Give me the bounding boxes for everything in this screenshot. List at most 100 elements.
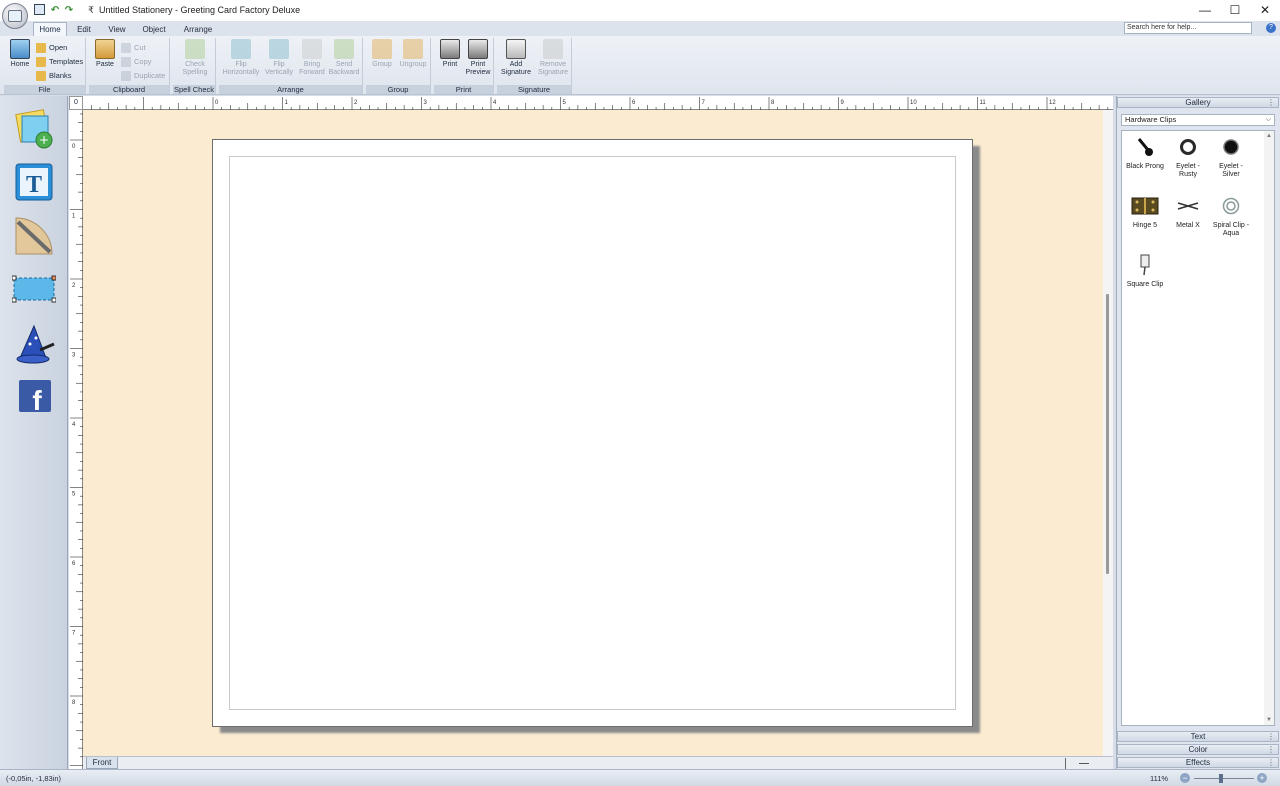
group-label: Group	[372, 61, 392, 68]
remove-signature-button[interactable]: Remove Signature	[534, 39, 572, 77]
gallery-header[interactable]: Gallery ⋮	[1117, 97, 1279, 108]
ruler-corner[interactable]: 0	[69, 96, 83, 110]
close-button[interactable]: ✕	[1250, 0, 1280, 20]
gallery-item-eyelet-rusty[interactable]: Eyelet - Rusty	[1167, 133, 1209, 189]
scroll-splitter[interactable]	[1065, 758, 1066, 769]
title-bar: ↶ ↷ ₹ Untitled Stationery - Greeting Car…	[0, 0, 1280, 21]
copy-button[interactable]: Copy	[121, 55, 152, 68]
tab-view[interactable]: View	[104, 22, 130, 36]
text-panel-header[interactable]: Text ⋮	[1117, 731, 1279, 742]
tab-object[interactable]: Object	[138, 22, 170, 36]
add-text-tool[interactable]: T	[12, 160, 56, 204]
maximize-button[interactable]: ☐	[1220, 0, 1250, 20]
open-button[interactable]: Open	[36, 41, 67, 54]
gallery-item-metal-x[interactable]: Metal X	[1167, 192, 1209, 248]
gallery-item-spiral-clip-aqua[interactable]: Spiral Clip - Aqua	[1210, 192, 1252, 248]
ribbon-group-signature: Add Signature Remove Signature Signature	[497, 38, 572, 94]
add-signature-button[interactable]: Add Signature	[498, 39, 534, 77]
stationery-page[interactable]	[212, 139, 973, 727]
cut-button[interactable]: Cut	[121, 41, 146, 54]
selection-frame-icon	[11, 275, 57, 303]
tab-arrange[interactable]: Arrange	[178, 22, 218, 36]
undo-icon[interactable]: ↶	[49, 4, 61, 16]
tool-sidebar: + T f	[0, 96, 68, 769]
color-panel-title: Color	[1188, 745, 1208, 754]
flip-vertically-button[interactable]: Flip Vertically	[261, 39, 297, 77]
bring-forward-button[interactable]: Bring Forward	[295, 39, 329, 77]
print-preview-button[interactable]: Print Preview	[462, 39, 494, 77]
effects-panel-header[interactable]: Effects ⋮	[1117, 757, 1279, 768]
bring-forward-icon	[302, 39, 322, 59]
draw-shape-tool[interactable]	[12, 214, 56, 258]
svg-text:+: +	[39, 133, 49, 147]
cursor-coordinates: (-0,05in, -1,83in)	[6, 774, 62, 783]
scroll-up-icon[interactable]: ▲	[1266, 133, 1272, 139]
send-backward-icon	[334, 39, 354, 59]
duplicate-button[interactable]: Duplicate	[121, 69, 165, 82]
paste-button[interactable]: Paste	[91, 39, 119, 69]
gallery-item-eyelet-silver[interactable]: Eyelet - Silver	[1210, 133, 1252, 189]
zoom-slider-thumb[interactable]	[1219, 774, 1223, 783]
blanks-button[interactable]: Blanks	[36, 69, 72, 82]
gallery-item-label: Hinge 5	[1132, 222, 1158, 229]
help-search-input[interactable]: Search here for help...	[1124, 22, 1252, 34]
select-tool[interactable]	[11, 268, 57, 312]
ruler-label: 0	[215, 100, 219, 106]
home-icon	[10, 39, 30, 59]
facebook-tool[interactable]: f	[12, 376, 56, 420]
home-button[interactable]: Home	[6, 39, 34, 69]
quick-access-customize-button[interactable]: ₹	[85, 4, 97, 16]
vertical-scroll-thumb[interactable]	[1106, 294, 1109, 574]
add-image-tool[interactable]: +	[12, 108, 56, 152]
page-tab-front[interactable]: Front	[86, 757, 118, 769]
ruler-label: 6	[72, 561, 76, 567]
print-button[interactable]: Print	[436, 39, 464, 69]
help-icon[interactable]: ?	[1266, 23, 1276, 33]
gallery-category-value: Hardware Clips	[1125, 115, 1177, 124]
gallery-item-square-clip[interactable]: Square Clip	[1124, 251, 1166, 307]
page-tab-bar: Front	[83, 756, 1113, 769]
svg-text:f: f	[32, 385, 42, 416]
vertical-ruler: 0123456789	[69, 110, 83, 776]
ungroup-button[interactable]: Ungroup	[396, 39, 430, 69]
color-panel-header[interactable]: Color ⋮	[1117, 744, 1279, 755]
templates-icon	[36, 56, 46, 67]
gallery-scrollbar[interactable]: ▲ ▼	[1264, 131, 1274, 725]
templates-button[interactable]: Templates	[36, 55, 83, 68]
gallery-item-hinge-5[interactable]: Hinge 5	[1124, 192, 1166, 248]
ruler-protractor-icon	[15, 217, 53, 255]
send-backward-button[interactable]: Send Backward	[327, 39, 361, 77]
ungroup-icon	[403, 39, 423, 59]
horizontal-ruler: 012345678910111213	[83, 96, 1126, 110]
check-spelling-button[interactable]: Check Spelling	[177, 39, 213, 77]
zoom-out-button[interactable]: −	[1180, 773, 1190, 783]
save-icon[interactable]	[34, 4, 45, 15]
design-canvas[interactable]	[83, 110, 1103, 756]
duplicate-icon	[121, 70, 131, 81]
scroll-down-icon[interactable]: ▼	[1266, 717, 1272, 723]
square-clip-icon	[1131, 251, 1159, 279]
ruler-label: 5	[72, 492, 76, 498]
minimize-button[interactable]: —	[1190, 0, 1220, 20]
horizontal-scroll-thumb[interactable]	[1079, 763, 1089, 764]
panel-grip-icon: ⋮	[1267, 732, 1275, 741]
tab-home[interactable]: Home	[33, 22, 67, 36]
redo-icon[interactable]: ↷	[63, 4, 75, 16]
zoom-in-button[interactable]: +	[1257, 773, 1267, 783]
black-prong-icon	[1131, 133, 1159, 161]
print-preview-icon	[468, 39, 488, 59]
eyelet-silver-icon	[1217, 133, 1245, 161]
panel-grip-icon: ⋮	[1267, 745, 1275, 754]
group-button[interactable]: Group	[368, 39, 396, 69]
wizard-tool[interactable]	[12, 322, 56, 366]
gallery-item-black-prong[interactable]: Black Prong	[1124, 133, 1166, 189]
gallery-title: Gallery	[1185, 98, 1211, 107]
canvas-vertical-scrollbar[interactable]	[1103, 110, 1113, 756]
tab-edit[interactable]: Edit	[72, 22, 96, 36]
gallery-category-select[interactable]: Hardware Clips ⌵	[1121, 114, 1275, 126]
zoom-slider[interactable]	[1194, 778, 1254, 779]
flip-horizontally-button[interactable]: Flip Horizontally	[219, 39, 263, 77]
ruler-label: 4	[72, 422, 76, 428]
gallery-item-label: Eyelet - Silver	[1219, 163, 1243, 178]
application-menu-button[interactable]	[2, 3, 28, 29]
